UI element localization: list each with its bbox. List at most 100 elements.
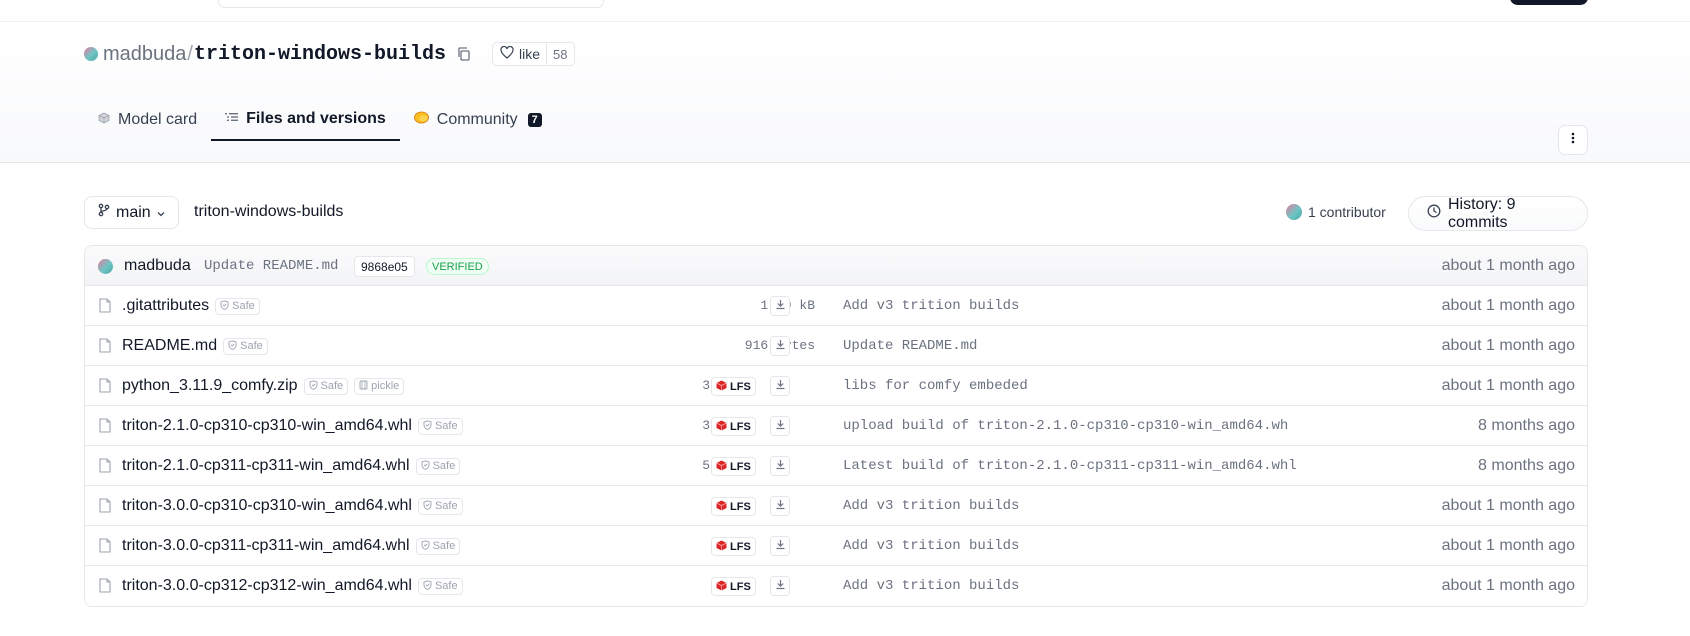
file-last-commit[interactable]: Add v3 trition builds <box>843 298 1019 314</box>
file-name-link[interactable]: python_3.11.9_comfy.zip <box>122 377 298 395</box>
download-icon <box>775 537 786 555</box>
safe-label: Safe <box>434 420 458 432</box>
repo-header: madbuda / triton-windows-builds like 58 … <box>0 22 1690 163</box>
safe-label: Safe <box>434 580 458 592</box>
history-button[interactable]: History: 9 commits <box>1408 196 1588 231</box>
file-name-link[interactable]: triton-2.1.0-cp310-cp310-win_amd64.whl <box>122 417 412 435</box>
lfs-label: LFS <box>730 540 751 553</box>
branch-selector[interactable]: main <box>84 196 179 229</box>
lfs-badge[interactable]: LFS <box>711 417 756 436</box>
file-last-commit[interactable]: Add v3 trition builds <box>843 578 1019 594</box>
community-icon <box>413 111 429 129</box>
lfs-badge[interactable]: LFS <box>711 377 756 396</box>
download-icon <box>775 417 786 435</box>
file-date: about 1 month ago <box>1441 377 1575 394</box>
file-name-link[interactable]: triton-3.0.0-cp312-cp312-win_amd64.whl <box>122 577 412 595</box>
hf-logo[interactable] <box>84 0 106 4</box>
repo-name-link[interactable]: triton-windows-builds <box>194 43 446 66</box>
tab-community[interactable]: Community 7 <box>400 98 556 141</box>
safe-badge[interactable]: Safe <box>415 457 461 475</box>
safe-badge[interactable]: Safe <box>417 417 463 435</box>
safe-badge[interactable]: Safe <box>415 537 461 555</box>
safe-badge[interactable]: Safe <box>215 297 260 315</box>
file-name-cell: triton-3.0.0-cp311-cp311-win_amd64.whl Sa… <box>122 537 461 555</box>
file-name-link[interactable]: triton-3.0.0-cp310-cp310-win_amd64.whl <box>122 497 412 515</box>
safe-label: Safe <box>432 540 456 552</box>
breadcrumb-repo[interactable]: triton-windows-builds <box>194 203 343 221</box>
tab-model-card[interactable]: Model card <box>84 98 211 141</box>
file-icon <box>99 538 111 553</box>
file-name-link[interactable]: triton-2.1.0-cp311-cp311-win_amd64.whl <box>122 457 410 475</box>
shield-icon <box>228 339 237 353</box>
download-button[interactable] <box>770 496 790 516</box>
file-name-cell: triton-2.1.0-cp311-cp311-win_amd64.whl Sa… <box>122 457 461 475</box>
lfs-badge[interactable]: LFS <box>711 457 756 476</box>
safe-badge[interactable]: Safe <box>223 337 268 355</box>
repo-title: madbuda / triton-windows-builds like 58 <box>84 39 575 69</box>
files-icon <box>225 110 239 128</box>
safe-badge[interactable]: Safe <box>417 577 463 595</box>
shield-icon <box>423 419 432 433</box>
file-last-commit[interactable]: Add v3 trition builds <box>843 538 1019 554</box>
download-button[interactable] <box>770 576 790 596</box>
lfs-badge[interactable]: LFS <box>711 497 756 516</box>
like-button[interactable]: like 58 <box>492 42 575 66</box>
lfs-label: LFS <box>730 500 751 513</box>
file-last-commit[interactable]: upload build of triton-2.1.0-cp310-cp310… <box>843 418 1288 434</box>
commit-author-avatar[interactable] <box>98 259 113 274</box>
file-icon <box>99 498 111 513</box>
signup-button[interactable] <box>1510 0 1588 5</box>
path-separator: / <box>187 42 193 65</box>
download-button[interactable] <box>770 536 790 556</box>
file-row: triton-2.1.0-cp311-cp311-win_amd64.whl Sa… <box>85 446 1587 486</box>
owner-avatar[interactable] <box>84 47 98 61</box>
file-last-commit[interactable]: Add v3 trition builds <box>843 498 1019 514</box>
download-icon <box>775 577 786 595</box>
like-count[interactable]: 58 <box>546 43 573 65</box>
file-last-commit[interactable]: Update README.md <box>843 338 977 354</box>
download-icon <box>775 297 786 315</box>
clock-icon <box>1427 204 1441 223</box>
commit-author[interactable]: madbuda <box>124 257 191 275</box>
file-name-link[interactable]: README.md <box>122 337 217 355</box>
file-name-link[interactable]: .gitattributes <box>122 297 209 315</box>
file-name-link[interactable]: triton-3.0.0-cp311-cp311-win_amd64.whl <box>122 537 410 555</box>
commit-message[interactable]: Update README.md <box>204 258 338 274</box>
download-button[interactable] <box>770 296 790 316</box>
file-date: 8 months ago <box>1478 457 1575 474</box>
download-button[interactable] <box>770 376 790 396</box>
pickle-badge[interactable]: pickle <box>354 377 405 395</box>
more-options-button[interactable] <box>1558 125 1588 155</box>
file-last-commit[interactable]: libs for comfy embeded <box>843 378 1028 394</box>
verified-badge[interactable]: VERIFIED <box>426 258 489 275</box>
file-last-commit[interactable]: Latest build of triton-2.1.0-cp311-cp311… <box>843 458 1297 474</box>
file-row: triton-3.0.0-cp311-cp311-win_amd64.whl Sa… <box>85 526 1587 566</box>
safe-label: Safe <box>320 380 344 392</box>
search-input[interactable] <box>218 0 604 8</box>
lfs-badge[interactable]: LFS <box>711 577 756 596</box>
file-icon <box>99 578 111 593</box>
like-label: like <box>519 46 541 62</box>
download-button[interactable] <box>770 456 790 476</box>
lfs-label: LFS <box>730 420 751 433</box>
model-card-icon <box>98 111 110 129</box>
file-icon <box>99 418 111 433</box>
lfs-badge[interactable]: LFS <box>711 537 756 556</box>
file-icon <box>99 458 111 473</box>
shield-icon <box>309 379 318 393</box>
download-button[interactable] <box>770 416 790 436</box>
safe-badge[interactable]: Safe <box>303 377 349 395</box>
file-name-cell: triton-3.0.0-cp310-cp310-win_amd64.whl Sa… <box>122 497 463 515</box>
contributors-link[interactable]: 1 contributor <box>1286 204 1386 220</box>
commit-date: about 1 month ago <box>1441 257 1575 274</box>
download-icon <box>775 497 786 515</box>
safe-badge[interactable]: Safe <box>417 497 463 515</box>
tab-label: Community <box>436 110 518 128</box>
copy-icon[interactable] <box>456 46 472 62</box>
file-date: about 1 month ago <box>1441 297 1575 314</box>
tab-files-and-versions[interactable]: Files and versions <box>211 98 400 141</box>
download-button[interactable] <box>770 336 790 356</box>
commit-hash[interactable]: 9868e05 <box>354 256 415 277</box>
repo-owner-link[interactable]: madbuda <box>103 43 186 66</box>
branch-toolbar: main triton-windows-builds 1 contributor… <box>84 196 1588 231</box>
